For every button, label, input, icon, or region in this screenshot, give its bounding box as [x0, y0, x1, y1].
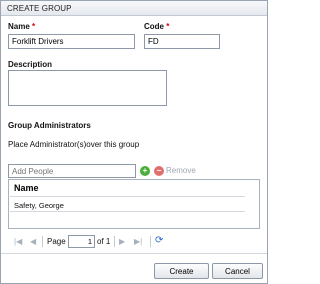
dialog-title: CREATE GROUP	[1, 1, 267, 16]
name-label-text: Name	[8, 22, 30, 31]
pager-separator	[42, 236, 43, 247]
minus-circle-icon[interactable]: −	[154, 166, 164, 176]
next-page-icon[interactable]: ▶	[119, 236, 125, 248]
page-count-label: of 1	[97, 237, 111, 246]
description-textarea[interactable]	[8, 70, 167, 106]
code-label: Code *	[144, 22, 169, 31]
page-label: Page	[47, 237, 66, 246]
last-page-icon[interactable]: ▶|	[134, 236, 142, 248]
code-required-marker: *	[166, 22, 170, 31]
refresh-icon[interactable]: ⟳	[155, 235, 163, 247]
create-group-dialog: CREATE GROUP Name * Code * Description G…	[0, 0, 268, 284]
pager-separator	[114, 236, 115, 247]
add-people-input[interactable]	[8, 164, 136, 178]
grid-column-header-name[interactable]: Name	[10, 181, 258, 195]
code-label-text: Code	[144, 22, 164, 31]
pager-separator	[150, 236, 151, 247]
remove-button[interactable]: Remove	[166, 166, 196, 175]
plus-circle-icon[interactable]: +	[140, 166, 150, 176]
group-administrators-heading: Group Administrators	[8, 121, 91, 130]
grid-pager: |◀ ◀ Page of 1 ▶ ▶| ⟳	[1, 235, 269, 249]
page-number-input[interactable]	[68, 235, 95, 248]
name-input[interactable]	[8, 34, 135, 49]
prev-page-icon[interactable]: ◀	[30, 236, 36, 248]
administrators-grid: Name Safety, George	[8, 179, 260, 229]
description-label: Description	[8, 60, 53, 69]
first-page-icon[interactable]: |◀	[14, 236, 22, 248]
footer-divider	[1, 253, 267, 254]
grid-cell-name: Safety, George	[14, 201, 64, 210]
administrators-instructions: Place Administrator(s)over this group	[8, 140, 140, 149]
table-row[interactable]: Safety, George	[10, 196, 245, 212]
create-button[interactable]: Create	[154, 263, 209, 279]
name-required-marker: *	[32, 22, 36, 31]
cancel-button[interactable]: Cancel	[212, 263, 263, 279]
code-input[interactable]	[144, 34, 220, 49]
name-label: Name *	[8, 22, 35, 31]
